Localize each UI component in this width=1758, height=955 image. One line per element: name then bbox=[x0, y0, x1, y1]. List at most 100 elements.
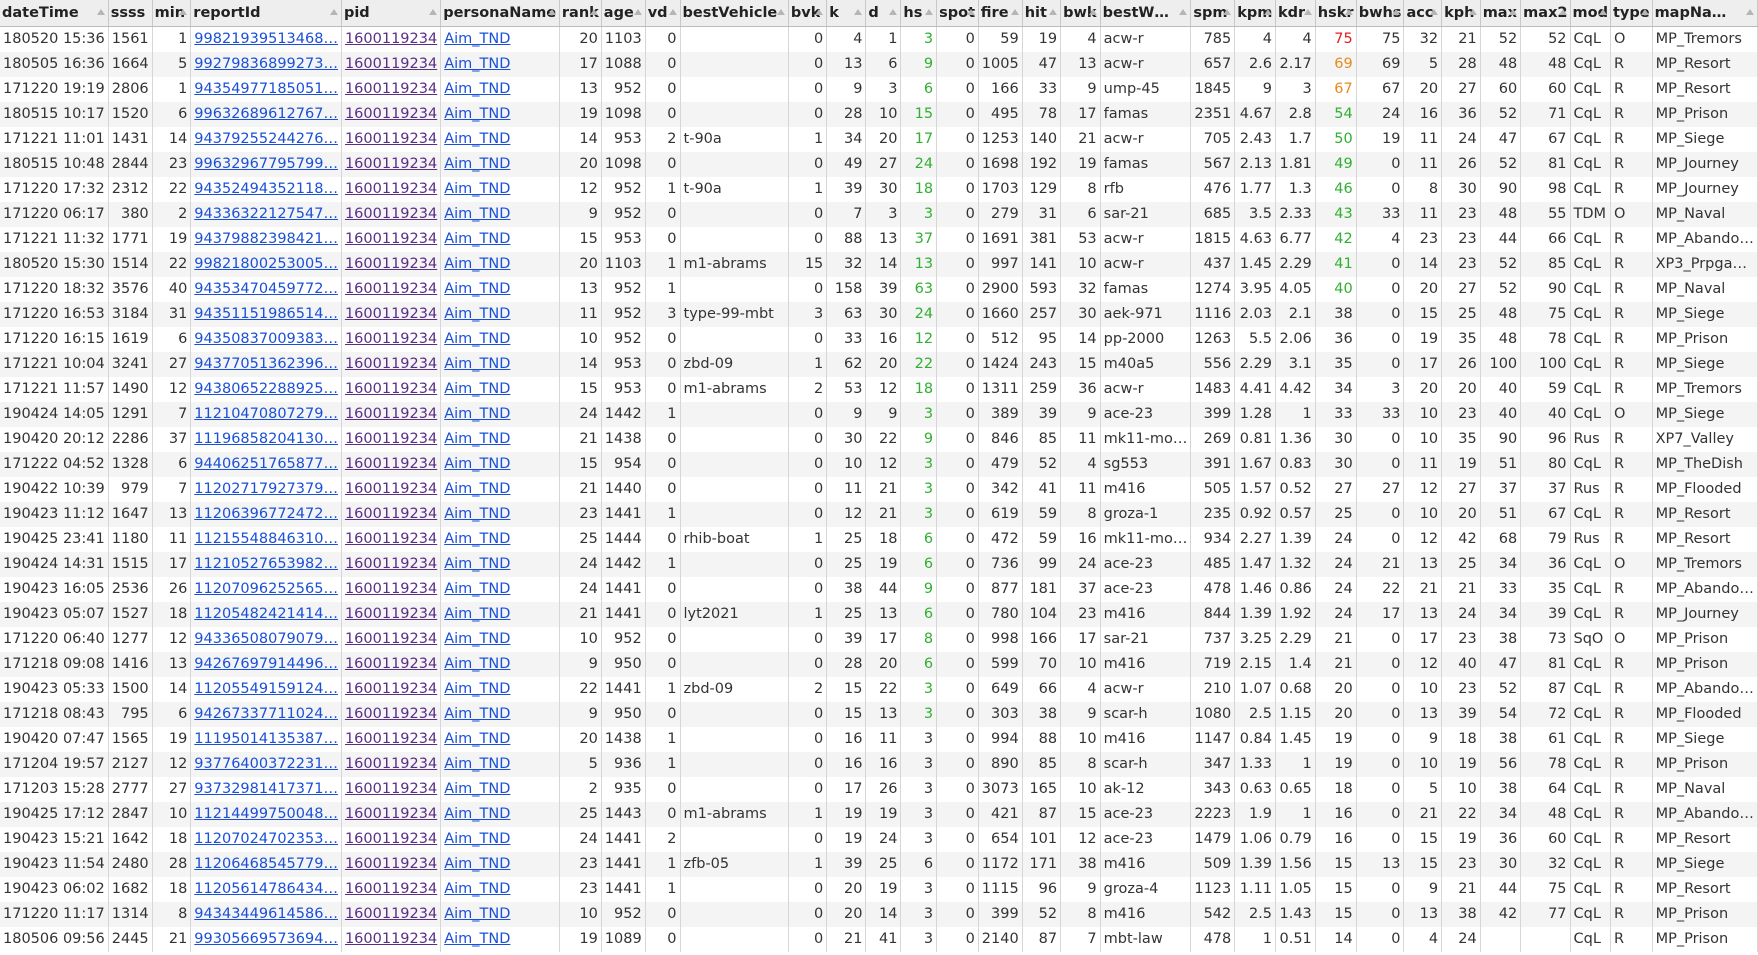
reportId-link[interactable]: 94343449614586… bbox=[194, 906, 338, 922]
cell-personaName[interactable]: Aim_TND bbox=[440, 877, 560, 902]
reportId-link[interactable]: 93732981417371… bbox=[194, 781, 338, 797]
cell-pid[interactable]: 1600119234 bbox=[341, 552, 442, 577]
table-row[interactable]: 190423 16:05 2536 26 11207096252565… 1600119… bbox=[0, 577, 1758, 602]
cell-reportId[interactable]: 94267697914496… bbox=[190, 652, 342, 677]
table-row[interactable]: 190425 17:12 2847 10 11214499750048… 1600119… bbox=[0, 802, 1758, 827]
sort-arrow-icon[interactable] bbox=[854, 9, 863, 15]
cell-personaName[interactable]: Aim_TND bbox=[440, 402, 560, 427]
cell-personaName[interactable]: Aim_TND bbox=[440, 902, 560, 927]
personaName-link[interactable]: Aim_TND bbox=[444, 581, 510, 597]
reportId-link[interactable]: 11215548846310… bbox=[194, 531, 338, 547]
cell-reportId[interactable]: 94336322127547… bbox=[190, 202, 342, 227]
reportId-link[interactable]: 11207024702353… bbox=[194, 831, 338, 847]
cell-reportId[interactable]: 94354977185051… bbox=[190, 77, 342, 102]
table-row[interactable]: 190420 07:47 1565 19 11195014135387… 1600119… bbox=[0, 727, 1758, 752]
column-header-min[interactable]: min bbox=[152, 0, 192, 27]
column-header-spm[interactable]: spm bbox=[1190, 0, 1236, 27]
cell-personaName[interactable]: Aim_TND bbox=[440, 527, 560, 552]
reportId-link[interactable]: 11202717927379… bbox=[194, 481, 338, 497]
sort-arrow-icon[interactable] bbox=[633, 9, 642, 15]
sort-arrow-icon[interactable] bbox=[889, 9, 898, 15]
cell-reportId[interactable]: 11214499750048… bbox=[190, 802, 342, 827]
cell-pid[interactable]: 1600119234 bbox=[341, 227, 442, 252]
pid-link[interactable]: 1600119234 bbox=[345, 156, 437, 172]
table-row[interactable]: 190424 14:31 1515 17 11210527653982… 1600119… bbox=[0, 552, 1758, 577]
column-header-max[interactable]: max bbox=[1480, 0, 1522, 27]
sort-arrow-icon[interactable] bbox=[1010, 9, 1019, 15]
sort-arrow-icon[interactable] bbox=[1264, 9, 1272, 15]
table-row[interactable]: 190423 11:12 1647 13 11206396772472… 1600119… bbox=[0, 502, 1758, 527]
personaName-link[interactable]: Aim_TND bbox=[444, 231, 510, 247]
sort-arrow-icon[interactable] bbox=[1303, 9, 1312, 15]
column-header-rank[interactable]: rank bbox=[559, 0, 602, 27]
personaName-link[interactable]: Aim_TND bbox=[444, 631, 510, 647]
personaName-link[interactable]: Aim_TND bbox=[444, 281, 510, 297]
cell-pid[interactable]: 1600119234 bbox=[341, 352, 442, 377]
sort-arrow-icon[interactable] bbox=[1640, 9, 1649, 15]
sort-arrow-icon[interactable] bbox=[1558, 9, 1567, 15]
cell-reportId[interactable]: 94380652288925… bbox=[190, 377, 342, 402]
personaName-link[interactable]: Aim_TND bbox=[444, 931, 510, 947]
cell-personaName[interactable]: Aim_TND bbox=[440, 377, 560, 402]
table-row[interactable]: 180506 09:56 2445 21 99305669573694… 1600119… bbox=[0, 927, 1758, 952]
pid-link[interactable]: 1600119234 bbox=[345, 281, 437, 297]
cell-reportId[interactable]: 11205549159124… bbox=[190, 677, 342, 702]
personaName-link[interactable]: Aim_TND bbox=[444, 106, 510, 122]
table-row[interactable]: 190423 05:07 1527 18 11205482421414… 1600119… bbox=[0, 602, 1758, 627]
sort-arrow-icon[interactable] bbox=[1088, 9, 1097, 15]
pid-link[interactable]: 1600119234 bbox=[345, 631, 437, 647]
personaName-link[interactable]: Aim_TND bbox=[444, 156, 510, 172]
cell-reportId[interactable]: 93776400372231… bbox=[190, 752, 342, 777]
cell-personaName[interactable]: Aim_TND bbox=[440, 702, 560, 727]
table-row[interactable]: 180520 15:30 1514 22 99821800253005… 1600119… bbox=[0, 252, 1758, 277]
table-row[interactable]: 171220 11:17 1314 8 94343449614586… 16001192… bbox=[0, 902, 1758, 927]
pid-link[interactable]: 1600119234 bbox=[345, 506, 437, 522]
pid-link[interactable]: 1600119234 bbox=[345, 906, 437, 922]
pid-link[interactable]: 1600119234 bbox=[345, 806, 437, 822]
cell-personaName[interactable]: Aim_TND bbox=[440, 302, 560, 327]
personaName-link[interactable]: Aim_TND bbox=[444, 731, 510, 747]
column-header-pid[interactable]: pid bbox=[341, 0, 442, 27]
reportId-link[interactable]: 94351151986514… bbox=[194, 306, 338, 322]
sort-arrow-icon[interactable] bbox=[1179, 9, 1188, 15]
cell-pid[interactable]: 1600119234 bbox=[341, 177, 442, 202]
personaName-link[interactable]: Aim_TND bbox=[444, 256, 510, 272]
pid-link[interactable]: 1600119234 bbox=[345, 131, 437, 147]
table-row[interactable]: 171222 04:52 1328 6 94406251765877… 16001192… bbox=[0, 452, 1758, 477]
pid-link[interactable]: 1600119234 bbox=[345, 681, 437, 697]
personaName-link[interactable]: Aim_TND bbox=[444, 656, 510, 672]
personaName-link[interactable]: Aim_TND bbox=[444, 781, 510, 797]
reportId-link[interactable]: 99821939513468… bbox=[194, 31, 338, 47]
table-row[interactable]: 180505 16:36 1664 5 99279836899273… 16001192… bbox=[0, 52, 1758, 77]
reportId-link[interactable]: 11210470807279… bbox=[194, 406, 338, 422]
reportId-link[interactable]: 99279836899273… bbox=[194, 56, 338, 72]
personaName-link[interactable]: Aim_TND bbox=[444, 306, 510, 322]
pid-link[interactable]: 1600119234 bbox=[345, 206, 437, 222]
cell-pid[interactable]: 1600119234 bbox=[341, 727, 442, 752]
reportId-link[interactable]: 11196858204130… bbox=[194, 431, 338, 447]
cell-personaName[interactable]: Aim_TND bbox=[440, 352, 560, 377]
cell-personaName[interactable]: Aim_TND bbox=[440, 602, 560, 627]
cell-personaName[interactable]: Aim_TND bbox=[440, 802, 560, 827]
cell-pid[interactable]: 1600119234 bbox=[341, 902, 442, 927]
cell-reportId[interactable]: 11206468545779… bbox=[190, 852, 342, 877]
sort-arrow-icon[interactable] bbox=[1746, 9, 1754, 15]
column-header-ssss[interactable]: ssss bbox=[108, 0, 153, 27]
cell-reportId[interactable]: 11205614786434… bbox=[190, 877, 342, 902]
reportId-link[interactable]: 94267697914496… bbox=[194, 656, 338, 672]
cell-pid[interactable]: 1600119234 bbox=[341, 26, 442, 52]
pid-link[interactable]: 1600119234 bbox=[345, 756, 437, 772]
cell-reportId[interactable]: 11206396772472… bbox=[190, 502, 342, 527]
cell-pid[interactable]: 1600119234 bbox=[341, 652, 442, 677]
table-row[interactable]: 171221 10:04 3241 27 94377051362396… 1600119… bbox=[0, 352, 1758, 377]
column-header-d[interactable]: d bbox=[865, 0, 902, 27]
personaName-link[interactable]: Aim_TND bbox=[444, 31, 510, 47]
reportId-link[interactable]: 93776400372231… bbox=[194, 756, 338, 772]
table-row[interactable]: 171220 06:40 1277 12 94336508079079… 1600119… bbox=[0, 627, 1758, 652]
reportId-link[interactable]: 94352494352118… bbox=[194, 181, 338, 197]
cell-pid[interactable]: 1600119234 bbox=[341, 277, 442, 302]
cell-pid[interactable]: 1600119234 bbox=[341, 927, 442, 952]
cell-reportId[interactable]: 94352494352118… bbox=[190, 177, 342, 202]
personaName-link[interactable]: Aim_TND bbox=[444, 381, 510, 397]
column-header-mapName[interactable]: mapNa… bbox=[1652, 0, 1758, 27]
